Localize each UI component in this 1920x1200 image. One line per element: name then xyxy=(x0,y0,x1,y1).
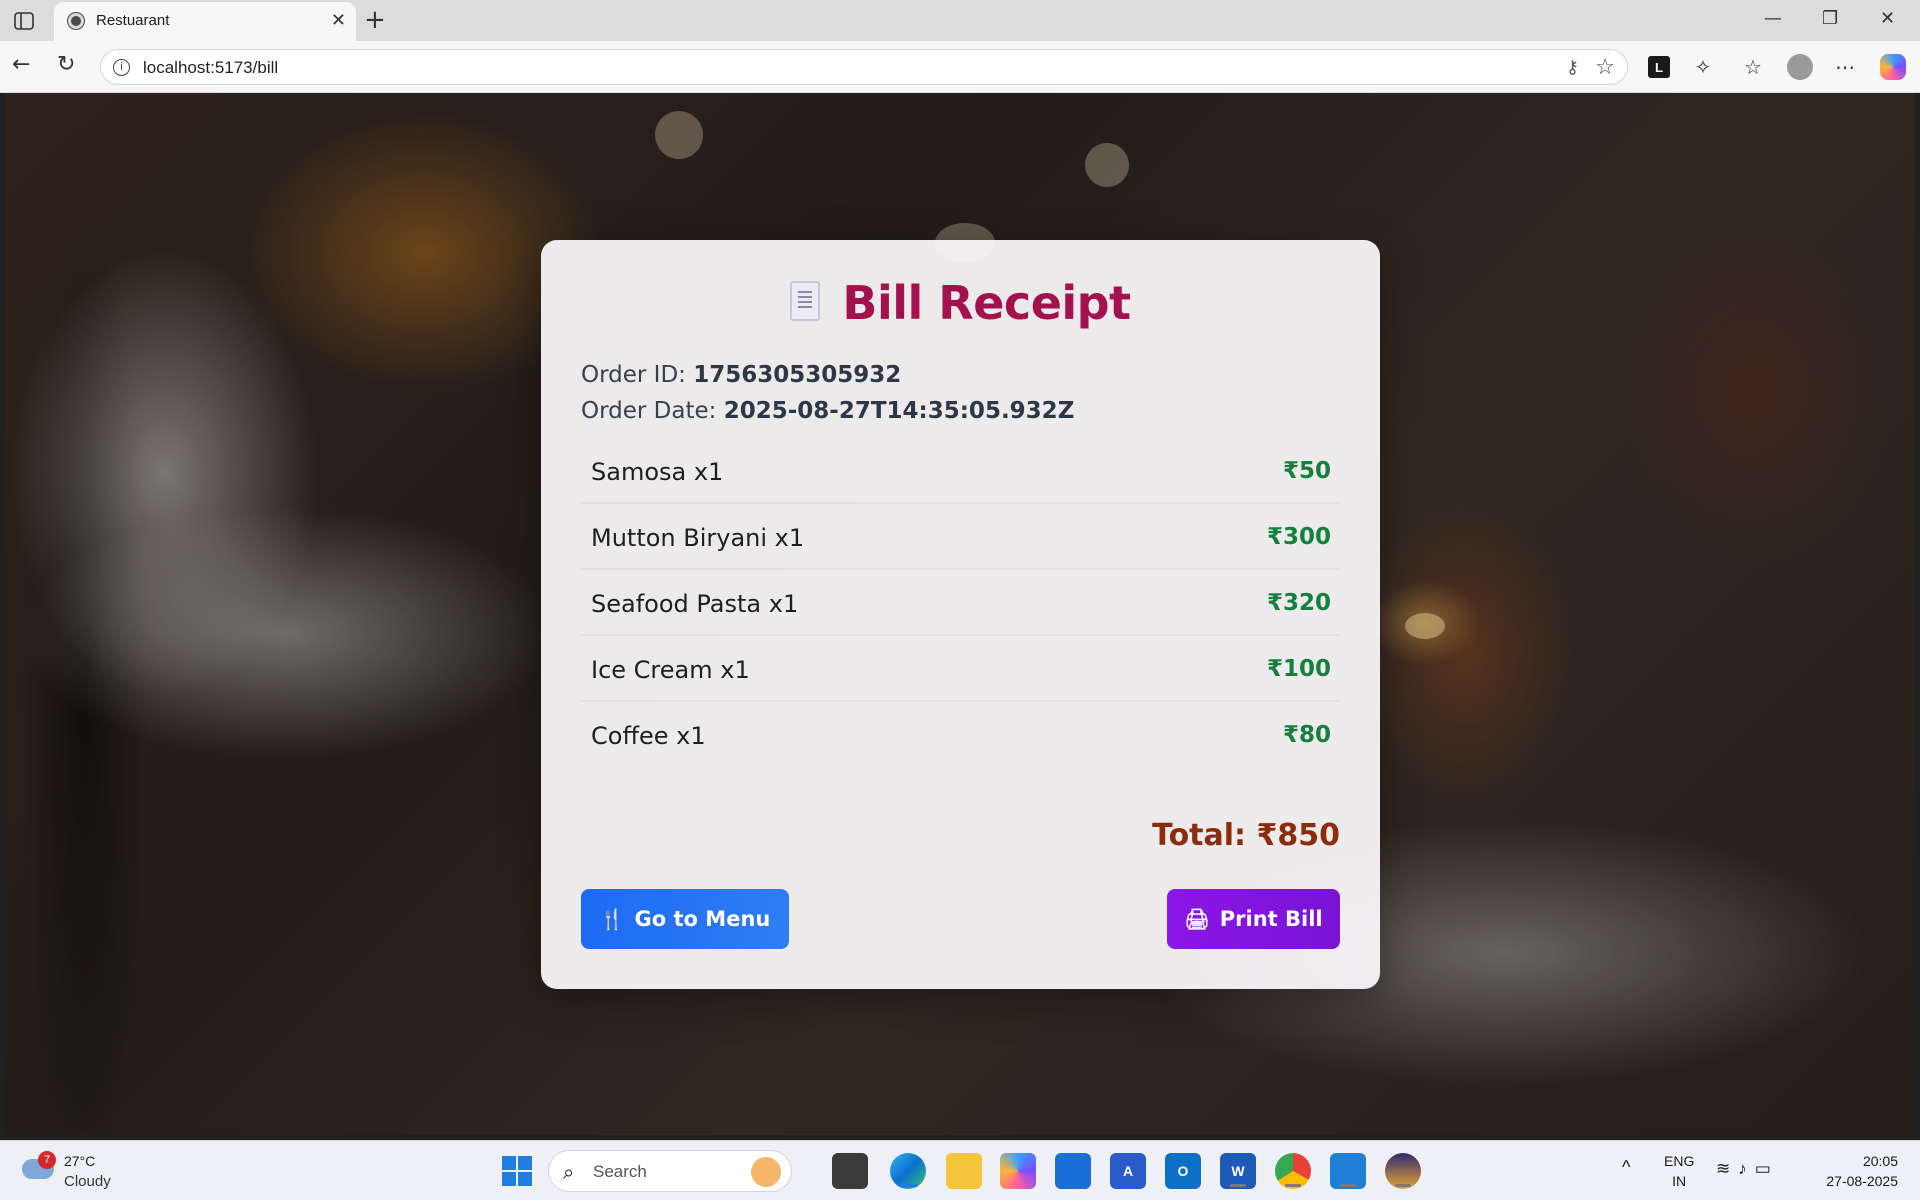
go-to-menu-label: Go to Menu xyxy=(634,907,771,931)
item-price: ₹100 xyxy=(1266,656,1331,682)
clock-time: 20:05 xyxy=(1862,1153,1898,1169)
item-name: Ice Cream x1 xyxy=(591,656,750,684)
file-explorer-icon[interactable] xyxy=(946,1153,982,1189)
search-highlight-icon xyxy=(751,1157,781,1187)
windows-start-icon[interactable] xyxy=(502,1156,532,1186)
printer-icon: 🖨 xyxy=(1184,907,1210,931)
system-tray-icons[interactable]: ≋♪▭ xyxy=(1716,1159,1779,1179)
item-price: ₹50 xyxy=(1282,458,1331,484)
browser-tab-bar: Restuarant ✕ + — ❐ ✕ xyxy=(0,0,1920,41)
weather-widget[interactable]: 7 27°C Cloudy xyxy=(22,1151,162,1191)
bill-items-list: Samosa x1 ₹50 Mutton Biryani x1 ₹300 Sea… xyxy=(581,438,1339,768)
close-window-button[interactable]: ✕ xyxy=(1880,8,1895,29)
task-view-icon[interactable] xyxy=(832,1153,868,1189)
receipt-icon xyxy=(790,280,821,321)
language-code: ENG xyxy=(1664,1153,1695,1169)
search-placeholder: Search xyxy=(593,1162,647,1181)
bill-receipt-card: Bill Receipt Order ID: 1756305305932 Ord… xyxy=(541,240,1380,989)
clock-date: 27-08-2025 xyxy=(1826,1173,1898,1189)
sidebar-toggle-icon[interactable] xyxy=(10,8,38,34)
order-id-value: 1756305305932 xyxy=(693,362,902,388)
restore-button[interactable]: ❐ xyxy=(1822,8,1838,29)
site-info-icon[interactable]: i xyxy=(113,59,130,76)
chevron-up-icon[interactable]: ^ xyxy=(1622,1157,1630,1178)
password-key-icon[interactable]: ⚷ xyxy=(1566,57,1579,78)
taskbar-search[interactable]: ⌕ Search xyxy=(548,1150,792,1192)
favorite-star-icon[interactable]: ☆ xyxy=(1595,55,1615,80)
bill-total: Total: ₹850 xyxy=(1152,818,1340,853)
go-to-menu-button[interactable]: 🍴 Go to Menu xyxy=(581,889,789,949)
list-item: Mutton Biryani x1 ₹300 xyxy=(581,504,1339,570)
item-name: Seafood Pasta x1 xyxy=(591,590,799,618)
order-id-line: Order ID: 1756305305932 xyxy=(581,362,901,388)
outlook-icon[interactable]: O xyxy=(1165,1153,1201,1189)
url-text[interactable]: localhost:5173/bill xyxy=(143,58,278,78)
extensions-puzzle-icon[interactable]: ✧ xyxy=(1690,54,1716,80)
reload-icon[interactable]: ↻ xyxy=(57,53,75,77)
fork-knife-icon: 🍴 xyxy=(599,907,625,931)
extension-l-icon[interactable]: L xyxy=(1648,56,1670,78)
back-arrow-icon[interactable]: ← xyxy=(12,53,30,77)
item-name: Mutton Biryani x1 xyxy=(591,524,805,552)
list-item: Samosa x1 ₹50 xyxy=(581,438,1339,504)
clock[interactable]: 20:05 27-08-2025 xyxy=(1814,1151,1898,1191)
order-date-line: Order Date: 2025-08-27T14:35:05.932Z xyxy=(581,398,1074,424)
item-price: ₹300 xyxy=(1266,524,1331,550)
browser-tab-active[interactable]: Restuarant ✕ xyxy=(54,2,356,41)
minimize-button[interactable]: — xyxy=(1764,8,1782,29)
word-icon[interactable]: W xyxy=(1220,1153,1256,1189)
list-item: Seafood Pasta x1 ₹320 xyxy=(581,570,1339,636)
more-menu-icon[interactable]: ⋯ xyxy=(1832,54,1858,80)
close-tab-icon[interactable]: ✕ xyxy=(331,11,346,31)
new-tab-button[interactable]: + xyxy=(364,6,386,34)
chrome-icon[interactable] xyxy=(1275,1153,1311,1189)
app-icon[interactable]: A xyxy=(1110,1153,1146,1189)
print-bill-button[interactable]: 🖨 Print Bill xyxy=(1167,889,1340,949)
item-price: ₹320 xyxy=(1266,590,1331,616)
order-date-label: Order Date: xyxy=(581,398,717,424)
weather-condition: Cloudy xyxy=(64,1173,111,1190)
receipt-title: Bill Receipt xyxy=(842,276,1131,330)
order-id-label: Order ID: xyxy=(581,362,686,388)
windows-taskbar: 7 27°C Cloudy ⌕ Search A O W ^ ENG IN ≋♪… xyxy=(0,1140,1920,1200)
language-region: IN xyxy=(1672,1173,1687,1189)
receipt-heading: Bill Receipt xyxy=(541,276,1380,330)
eclipse-icon[interactable] xyxy=(1385,1153,1421,1189)
page-viewport: Bill Receipt Order ID: 1756305305932 Ord… xyxy=(5,93,1915,1135)
print-bill-label: Print Bill xyxy=(1219,907,1323,931)
search-icon: ⌕ xyxy=(563,1160,575,1184)
order-date-value: 2025-08-27T14:35:05.932Z xyxy=(723,398,1075,424)
copilot-icon[interactable] xyxy=(1880,54,1906,80)
edge-browser-icon[interactable] xyxy=(890,1153,926,1189)
tab-title: Restuarant xyxy=(96,12,170,29)
item-price: ₹80 xyxy=(1282,722,1331,748)
list-item: Coffee x1 ₹80 xyxy=(581,702,1339,768)
item-name: Coffee x1 xyxy=(591,722,706,750)
microsoft-store-icon[interactable] xyxy=(1055,1153,1091,1189)
profile-avatar[interactable] xyxy=(1787,54,1813,80)
language-indicator[interactable]: ENG IN xyxy=(1664,1151,1694,1191)
address-bar[interactable]: i localhost:5173/bill ⚷ ☆ xyxy=(100,49,1628,85)
weather-temperature: 27°C xyxy=(64,1153,96,1169)
vscode-icon[interactable] xyxy=(1330,1153,1366,1189)
weather-alert-badge: 7 xyxy=(38,1151,56,1169)
favorites-icon[interactable]: ☆ xyxy=(1740,54,1766,80)
list-item: Ice Cream x1 ₹100 xyxy=(581,636,1339,702)
browser-toolbar: ← ↻ i localhost:5173/bill ⚷ ☆ L ✧ ☆ ⋯ xyxy=(0,41,1920,93)
copilot-app-icon[interactable] xyxy=(1000,1153,1036,1189)
globe-icon xyxy=(68,13,84,29)
item-name: Samosa x1 xyxy=(591,458,724,486)
